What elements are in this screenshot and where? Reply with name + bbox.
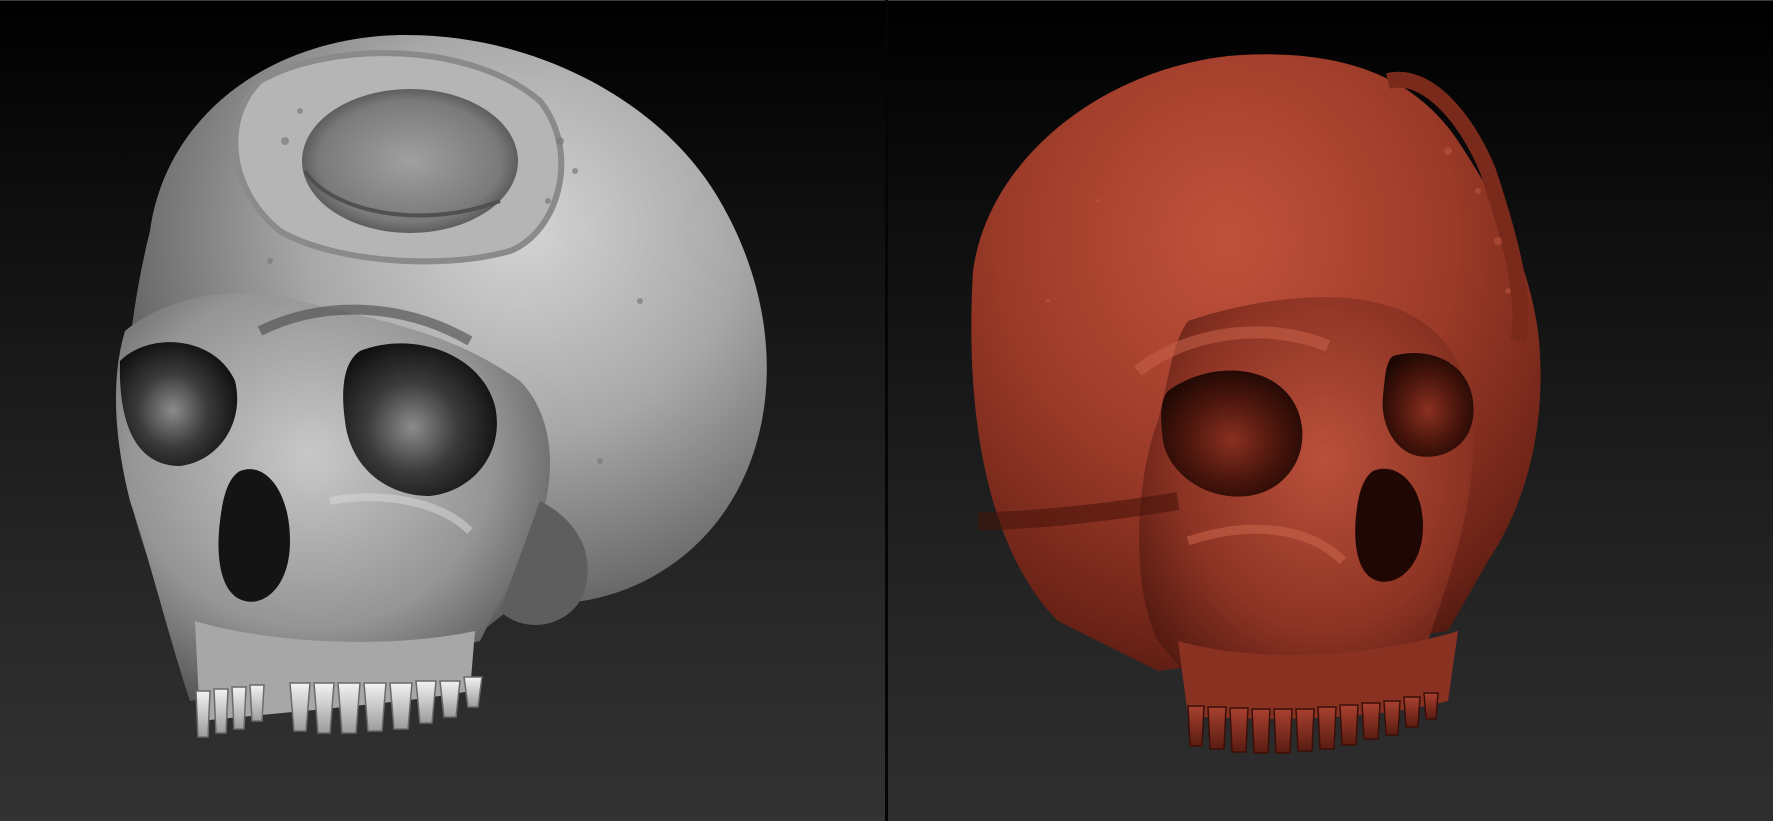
gray-crown-cavity — [302, 89, 518, 233]
red-skull-render — [971, 54, 1541, 754]
zbrush-render-comparison — [0, 0, 1773, 821]
gray-skull-render — [115, 35, 767, 738]
right-viewport[interactable] — [888, 0, 1773, 821]
left-viewport[interactable] — [0, 0, 885, 821]
